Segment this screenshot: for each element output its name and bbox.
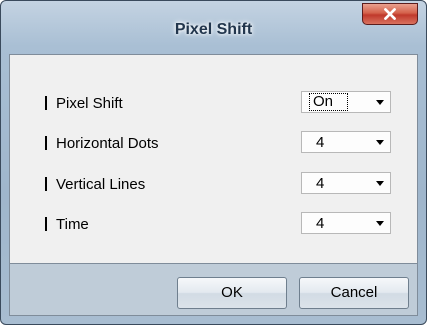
button-bar: OK Cancel: [9, 264, 418, 316]
time-value: 4: [316, 215, 325, 232]
bullet-marker: [45, 217, 47, 231]
setting-row-time: Time 4: [10, 212, 417, 236]
chevron-down-icon: [376, 181, 384, 186]
bullet-marker: [45, 177, 47, 191]
chevron-down-icon: [376, 140, 384, 145]
horizontal-dots-select[interactable]: 4: [301, 131, 391, 153]
time-select[interactable]: 4: [301, 212, 391, 234]
settings-panel: Pixel Shift On Horizontal Dots 4 Vertica…: [9, 54, 418, 264]
cancel-button[interactable]: Cancel: [299, 277, 409, 309]
chevron-down-icon: [376, 100, 384, 105]
close-icon: [384, 8, 396, 20]
setting-row-pixel-shift: Pixel Shift On: [10, 91, 417, 115]
horizontal-dots-value: 4: [316, 134, 325, 151]
close-button[interactable]: [362, 3, 418, 25]
vertical-lines-select[interactable]: 4: [301, 172, 391, 194]
chevron-down-icon: [376, 221, 384, 226]
bullet-marker: [45, 136, 47, 150]
pixel-shift-label: Pixel Shift: [56, 95, 123, 112]
bullet-marker: [45, 96, 47, 110]
horizontal-dots-label: Horizontal Dots: [56, 135, 159, 152]
pixel-shift-value: On: [309, 93, 349, 111]
ok-button[interactable]: OK: [177, 277, 287, 309]
setting-row-horizontal-dots: Horizontal Dots 4: [10, 131, 417, 155]
pixel-shift-select[interactable]: On: [301, 91, 391, 113]
title-bar[interactable]: Pixel Shift: [1, 1, 426, 53]
vertical-lines-label: Vertical Lines: [56, 176, 146, 193]
vertical-lines-value: 4: [316, 175, 325, 192]
setting-row-vertical-lines: Vertical Lines 4: [10, 172, 417, 196]
time-label: Time: [56, 216, 89, 233]
dialog-window: Pixel Shift Pixel Shift On Horizontal Do…: [0, 0, 427, 325]
